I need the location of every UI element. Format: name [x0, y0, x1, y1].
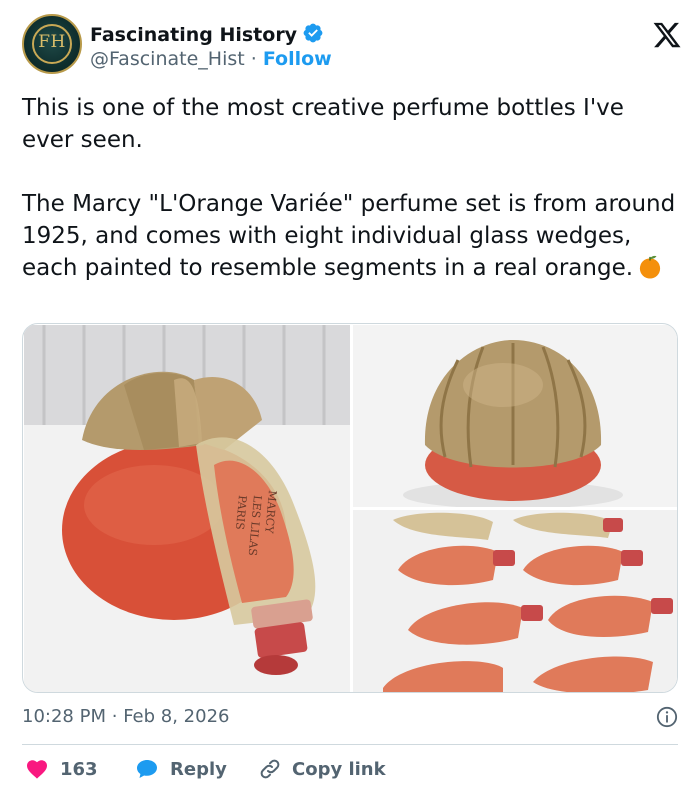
author-handle[interactable]: @Fascinate_Hist [90, 48, 245, 70]
media-grid: PARIS LES LILAS MARCY [22, 323, 678, 693]
tweet-text: This is one of the most creative perfume… [22, 92, 682, 284]
tweet-text-line-2: The Marcy "L'Orange Variée" perfume set … [22, 188, 682, 284]
tweet-timestamp[interactable]: 10:28 PM · Feb 8, 2026 [22, 706, 229, 727]
reply-button[interactable]: Reply [134, 754, 227, 784]
x-logo-icon[interactable] [652, 20, 682, 50]
tweet-actions: 163 Reply Copy link [22, 754, 678, 784]
author-name-row[interactable]: Fascinating History [90, 22, 324, 46]
orange-emoji-icon [639, 255, 661, 279]
link-icon [260, 759, 280, 779]
copy-link-label: Copy link [292, 758, 386, 780]
photo-separated-wedges[interactable] [353, 510, 677, 692]
handle-separator: · [250, 48, 257, 70]
follow-button[interactable]: Follow [263, 48, 332, 70]
like-count: 163 [60, 758, 98, 780]
avatar-monogram: FH [38, 32, 66, 52]
like-button[interactable]: 163 [24, 754, 98, 784]
photo-closed-orange[interactable] [353, 325, 677, 507]
reply-label: Reply [170, 758, 227, 780]
timestamp-separator: · [111, 706, 118, 727]
reply-bubble-icon [137, 760, 157, 778]
info-icon[interactable] [656, 706, 678, 728]
author-handle-line: @Fascinate_Hist · Follow [90, 48, 332, 70]
copy-link-button[interactable]: Copy link [258, 754, 386, 784]
avatar[interactable]: FH [22, 14, 82, 74]
verified-badge-icon [303, 23, 323, 43]
tweet-text-line-2-text: The Marcy "L'Orange Variée" perfume set … [22, 191, 676, 281]
tweet-text-line-1: This is one of the most creative perfume… [22, 95, 624, 153]
author-name[interactable]: Fascinating History [90, 24, 297, 46]
divider [22, 744, 678, 745]
tweet-time: 10:28 PM [22, 706, 106, 727]
tweet-date: Feb 8, 2026 [123, 706, 230, 727]
heart-icon [27, 760, 47, 779]
tweet-header: FH Fascinating History @Fascinate_Hist ·… [22, 14, 682, 76]
photo-open-orange-with-bottle[interactable]: PARIS LES LILAS MARCY [24, 325, 350, 692]
